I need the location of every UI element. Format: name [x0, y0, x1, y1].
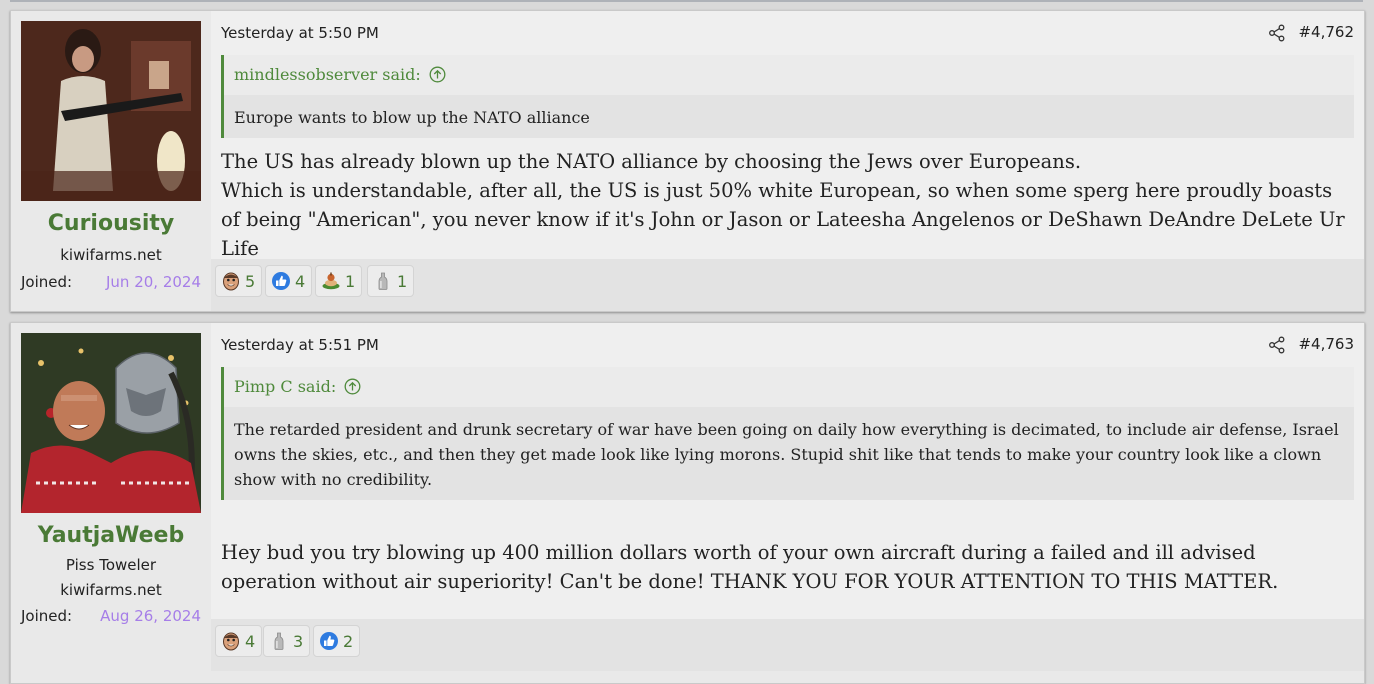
- share-icon[interactable]: [1268, 24, 1286, 42]
- post-paragraph: Which is understandable, after all, the …: [221, 179, 1345, 260]
- post-paragraph: Hey bud you try blowing up 400 million d…: [221, 541, 1279, 593]
- reaction-chip[interactable]: 4: [215, 625, 263, 657]
- joined-date: Jun 20, 2024: [105, 273, 201, 291]
- reaction-chip[interactable]: 2: [313, 625, 361, 657]
- reaction-count: 2: [343, 631, 354, 651]
- thumbs-up-icon: [320, 632, 338, 650]
- reaction-count: 1: [397, 271, 408, 291]
- glass-bottle-icon: [378, 272, 388, 290]
- divider: [10, 0, 1363, 2]
- thumbs-up-icon: [272, 272, 290, 290]
- reaction-chip[interactable]: 1: [367, 265, 415, 297]
- share-icon[interactable]: [1268, 336, 1286, 354]
- reactions-bar: 5 4 1 1: [211, 259, 1364, 311]
- joined-label: Joined:: [21, 607, 73, 625]
- post-date[interactable]: Yesterday at 5:50 PM: [221, 24, 379, 42]
- joined-label: Joined:: [21, 273, 73, 291]
- post-body: The US has already blown up the NATO all…: [221, 147, 1349, 263]
- reaction-chip[interactable]: 5: [215, 265, 263, 297]
- arrow-up-circle-icon[interactable]: [344, 378, 361, 395]
- face-emoji-icon: [223, 272, 239, 291]
- quote-block: mindlessobserver said: Europe wants to b…: [221, 55, 1354, 138]
- post-date[interactable]: Yesterday at 5:51 PM: [221, 336, 379, 354]
- post-main: Yesterday at 5:51 PM #4,763 Pimp C said:…: [211, 323, 1364, 619]
- reactions-bar: 4 3 2: [211, 619, 1364, 671]
- reaction-count: 4: [295, 271, 306, 291]
- food-plate-icon: [322, 272, 340, 290]
- post-4762: Curiousity kiwifarms.net Joined: Jun 20,…: [10, 10, 1365, 312]
- user-title: Piss Toweler: [65, 556, 157, 574]
- reaction-count: 4: [245, 631, 256, 651]
- post-number[interactable]: #4,762: [1298, 23, 1354, 41]
- quote-text: The retarded president and drunk secreta…: [224, 407, 1354, 500]
- avatar[interactable]: [21, 21, 201, 201]
- reaction-count: 3: [293, 631, 304, 651]
- username[interactable]: YautjaWeeb: [11, 523, 211, 548]
- username[interactable]: Curiousity: [11, 211, 211, 236]
- user-panel: Curiousity kiwifarms.net Joined: Jun 20,…: [11, 11, 211, 311]
- reaction-chip[interactable]: 3: [263, 625, 311, 657]
- reaction-chip[interactable]: 4: [265, 265, 313, 297]
- quote-author[interactable]: Pimp C said:: [234, 377, 336, 396]
- post-main: Yesterday at 5:50 PM #4,762 mindlessobse…: [211, 11, 1364, 260]
- joined-date: Aug 26, 2024: [100, 607, 201, 625]
- post-4763: YautjaWeeb Piss Toweler kiwifarms.net Jo…: [10, 322, 1365, 684]
- user-site: kiwifarms.net: [60, 581, 162, 599]
- quote-block: Pimp C said: The retarded president and …: [221, 367, 1354, 500]
- reaction-chip[interactable]: 1: [315, 265, 363, 297]
- reaction-count: 1: [345, 271, 356, 291]
- quote-header: Pimp C said:: [224, 367, 1354, 407]
- reaction-count: 5: [245, 271, 256, 291]
- user-panel: YautjaWeeb Piss Toweler kiwifarms.net Jo…: [11, 323, 211, 683]
- post-number[interactable]: #4,763: [1298, 335, 1354, 353]
- glass-bottle-icon: [274, 632, 284, 650]
- user-site: kiwifarms.net: [60, 246, 162, 264]
- arrow-up-circle-icon[interactable]: [429, 66, 446, 83]
- avatar[interactable]: [21, 333, 201, 513]
- post-body: Hey bud you try blowing up 400 million d…: [221, 538, 1349, 596]
- quote-text: Europe wants to blow up the NATO allianc…: [224, 95, 1354, 138]
- face-emoji-icon: [223, 632, 239, 651]
- quote-author[interactable]: mindlessobserver said:: [234, 65, 421, 84]
- post-paragraph: The US has already blown up the NATO all…: [221, 150, 1082, 173]
- quote-header: mindlessobserver said:: [224, 55, 1354, 95]
